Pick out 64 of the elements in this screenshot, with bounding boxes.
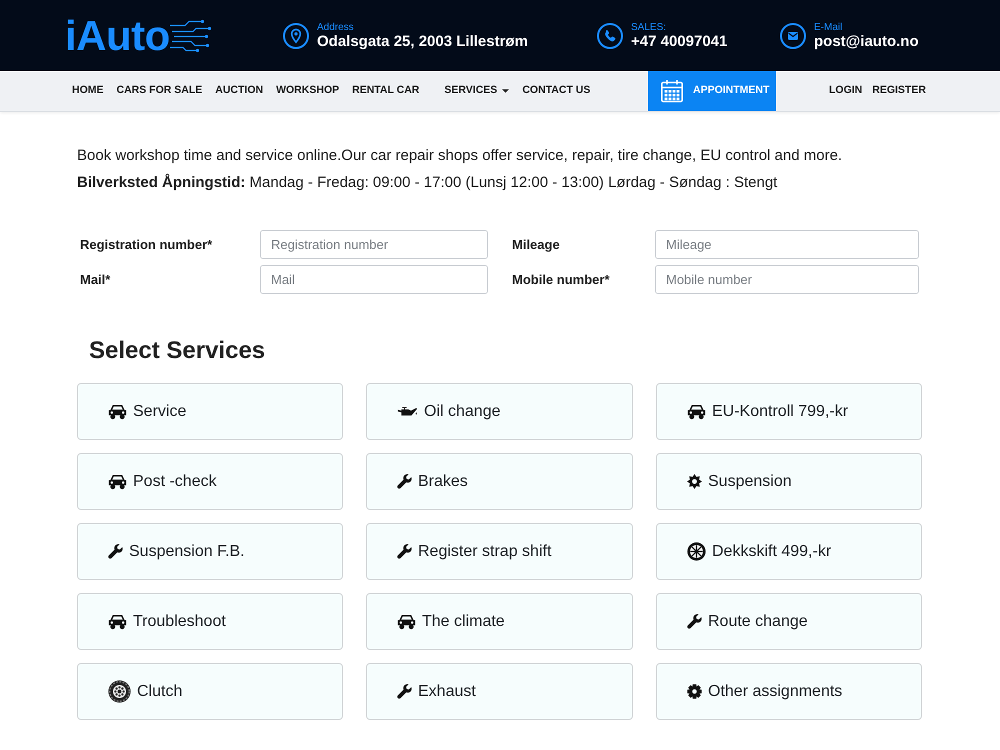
service-button[interactable]: Post -check xyxy=(77,453,343,510)
calendar-icon xyxy=(660,79,684,103)
car-icon xyxy=(108,474,127,490)
service-button[interactable]: Exhaust xyxy=(366,663,633,720)
account-link[interactable]: REGISTER xyxy=(872,83,926,99)
car-icon xyxy=(108,404,127,420)
nav-link[interactable]: HOME xyxy=(72,83,104,99)
field-label: Mail* xyxy=(80,270,112,289)
wrench-icon xyxy=(397,544,412,559)
field-label: Mileage xyxy=(512,236,561,254)
section-heading: Select Services xyxy=(89,336,266,366)
contact-value: Odalsgata 25, 2003 Lillestrøm xyxy=(317,32,528,50)
gear-icon xyxy=(687,684,702,699)
appointment-button[interactable]: APPOINTMENT xyxy=(648,71,776,111)
field-label: Registration number* xyxy=(80,236,214,254)
circuit-lines-icon xyxy=(170,18,212,54)
service-button[interactable]: Suspension xyxy=(656,453,922,510)
nav-link[interactable]: AUCTION xyxy=(215,83,264,99)
service-button[interactable]: Suspension F.B. xyxy=(77,523,343,580)
wrench-icon xyxy=(397,474,412,489)
intro-text: Book workshop time and service online.Our car repair shops offer service, repair, tire change, EU control and more. xyxy=(77,146,844,166)
wrench-icon xyxy=(687,614,702,629)
input-field[interactable]: Mobile number xyxy=(655,265,919,294)
service-button[interactable]: Oil change xyxy=(366,383,633,440)
service-button[interactable]: EU-Kontroll 799,-kr xyxy=(656,383,922,440)
service-button[interactable]: Troubleshoot xyxy=(77,593,343,650)
wrench-icon xyxy=(397,684,412,699)
service-button[interactable]: Route change xyxy=(656,593,922,650)
spiked-gear-icon xyxy=(687,474,702,489)
wheel-icon xyxy=(687,542,706,561)
nav-link[interactable]: CONTACT US xyxy=(522,83,590,99)
nav-link[interactable]: CARS FOR SALE xyxy=(116,83,202,99)
oil-can-icon xyxy=(397,406,418,417)
logo-link[interactable]: iAuto xyxy=(65,14,212,56)
caret-icon xyxy=(502,89,510,93)
contact-label: E-Mail xyxy=(814,22,844,32)
service-button[interactable]: Other assignments xyxy=(656,663,922,720)
car-icon xyxy=(397,614,416,630)
nav-link[interactable]: WORKSHOP xyxy=(276,83,340,99)
car-icon xyxy=(108,614,127,630)
map-pin-icon xyxy=(283,22,309,48)
nav-dropdown[interactable]: SERVICES xyxy=(444,83,510,99)
field-label: Mobile number* xyxy=(512,270,611,289)
service-button[interactable]: Register strap shift xyxy=(366,523,633,580)
service-button[interactable]: Service xyxy=(77,383,343,440)
input-field[interactable]: Mail xyxy=(260,265,488,294)
contact-label: SALES: xyxy=(631,22,668,32)
nav-link[interactable]: RENTAL CAR xyxy=(352,83,420,99)
contact-value: +47 40097041 xyxy=(631,32,728,50)
service-button[interactable]: Clutch xyxy=(77,663,343,720)
service-button[interactable]: The climate xyxy=(366,593,633,650)
input-field[interactable]: Registration number xyxy=(260,230,488,259)
service-button[interactable]: Brakes xyxy=(366,453,633,510)
wrench-icon xyxy=(108,544,123,559)
service-button[interactable]: Dekkskift 499,-kr xyxy=(656,523,922,580)
input-field[interactable]: Mileage xyxy=(655,230,919,259)
contact-value: post@iauto.no xyxy=(814,32,919,50)
opening-hours-text: Bilverksted Åpningstid: Mandag - Fredag: 09:00 - 17:00 (Lunsj 12:00 - 13:00) Lørdag - Søndag : Stengt xyxy=(77,172,778,193)
account-link[interactable]: LOGIN xyxy=(829,83,862,99)
car-icon xyxy=(687,404,706,420)
phone-icon xyxy=(597,22,623,48)
contact-label: Address xyxy=(317,22,355,32)
tire-icon xyxy=(108,680,131,703)
envelope-icon xyxy=(780,22,806,48)
